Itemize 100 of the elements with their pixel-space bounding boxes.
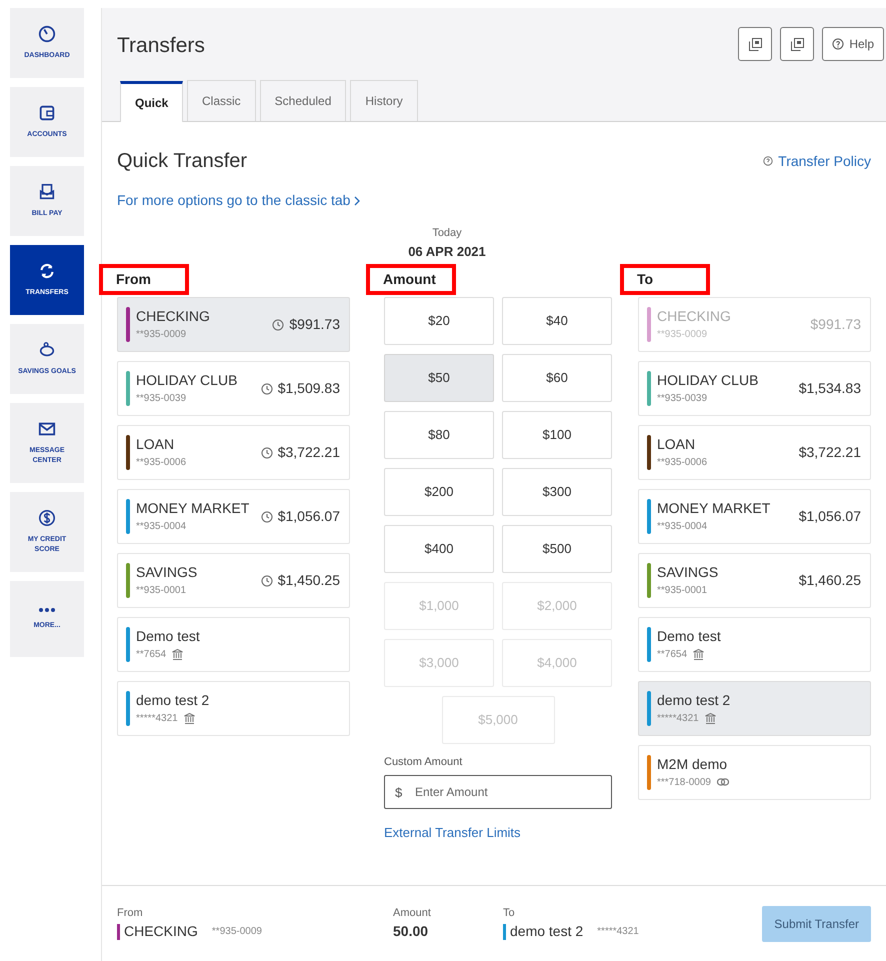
transfer-date: 06 APR 2021	[408, 242, 486, 260]
account-balance: $3,722.21	[798, 443, 861, 462]
account-number: **935-0001	[657, 584, 708, 598]
account-number: **935-0039	[136, 392, 186, 406]
account-number: **935-0039	[657, 392, 708, 406]
amount-option[interactable]: $50	[384, 354, 494, 402]
account-number: **935-0006	[136, 456, 186, 470]
clock-icon	[260, 446, 273, 458]
tab[interactable]: Classic	[187, 80, 256, 121]
account-card[interactable]: MONEY MARKET **935-0004 $1,056.07	[117, 489, 350, 544]
clock-icon	[260, 574, 273, 586]
account-card[interactable]: LOAN **935-0006 $3,722.21	[638, 425, 871, 480]
account-balance: $991.73	[289, 315, 340, 334]
account-name: HOLIDAY CLUB	[136, 372, 238, 388]
account-number: *****4321	[597, 925, 639, 940]
tab[interactable]: Quick	[120, 81, 183, 122]
amount-option[interactable]: $500	[502, 525, 612, 573]
section-title: Quick Transfer	[117, 149, 248, 174]
account-balance: $1,460.25	[798, 571, 861, 590]
account-card[interactable]: demo test 2 *****4321	[638, 681, 871, 736]
account-card[interactable]: HOLIDAY CLUB **935-0039 $1,509.83	[117, 361, 350, 416]
account-number: **935-0006	[657, 456, 708, 470]
amount-option[interactable]: $40	[502, 297, 612, 345]
amount-option[interactable]: $20	[384, 297, 494, 345]
bank-icon	[172, 648, 184, 660]
limits-link[interactable]: External Transfer Limits	[384, 822, 612, 842]
account-name: MONEY MARKET	[136, 500, 250, 516]
tab[interactable]: History	[350, 80, 418, 121]
account-card[interactable]: SAVINGS **935-0001 $1,460.25	[638, 553, 871, 608]
account-name: LOAN	[657, 436, 696, 452]
clock-icon	[272, 318, 284, 330]
amount-option[interactable]: $300	[502, 468, 612, 516]
account-name: SAVINGS	[136, 564, 198, 580]
account-card[interactable]: HOLIDAY CLUB **935-0039 $1,534.83	[638, 361, 871, 416]
account-number: **7654	[136, 648, 166, 662]
account-number: ***718-0009	[657, 776, 711, 790]
amount-option[interactable]: $200	[384, 468, 494, 516]
account-name: demo test 2	[510, 922, 584, 942]
account-card[interactable]: MONEY MARKET **935-0004 $1,056.07	[638, 489, 871, 544]
amount-option[interactable]: $80	[384, 411, 494, 459]
currency-symbol: $	[395, 784, 402, 802]
help-icon	[832, 38, 844, 50]
account-name: Demo test	[136, 628, 201, 644]
account-number: **935-0009	[657, 328, 708, 342]
account-number: *****4321	[657, 712, 699, 726]
account-card[interactable]: CHECKING **935-0009 $991.73	[117, 297, 350, 352]
account-name: Demo test	[657, 628, 722, 644]
document-copy-icon	[748, 38, 762, 50]
account-balance: $1,509.83	[278, 379, 340, 398]
help-icon	[763, 156, 774, 166]
column-heading: To	[620, 264, 710, 295]
account-number: *****4321	[136, 712, 178, 726]
account-balance: $1,450.25	[278, 571, 340, 590]
page-title: Transfers	[117, 33, 205, 59]
account-name: demo test 2	[136, 692, 210, 708]
gauge-icon	[38, 25, 56, 43]
chevron-right-icon	[354, 196, 360, 206]
account-number: **935-0004	[136, 520, 186, 534]
classic-tab-link[interactable]: For more options go to the classic tab	[117, 190, 360, 211]
clock-icon	[260, 382, 273, 394]
account-card[interactable]: demo test 2 *****4321	[117, 681, 350, 736]
clock-icon	[260, 510, 273, 522]
account-balance: $991.73	[810, 315, 861, 334]
field-label: Custom Amount	[384, 755, 464, 770]
account-card[interactable]: Demo test **7654	[117, 617, 350, 672]
bank-icon	[693, 648, 704, 660]
bill-icon	[38, 183, 56, 201]
amount-option[interactable]: $60	[502, 354, 612, 402]
account-name: MONEY MARKET	[657, 500, 772, 516]
account-card[interactable]: LOAN **935-0006 $3,722.21	[117, 425, 350, 480]
account-card[interactable]: M2M demo ***718-0009	[638, 745, 871, 800]
account-name: demo test 2	[657, 692, 732, 708]
link-icon	[716, 778, 729, 786]
account-balance: $1,056.07	[278, 507, 340, 526]
account-name: CHECKING	[124, 922, 198, 942]
amount-option[interactable]: $400	[384, 525, 494, 573]
date-caption: Today	[432, 226, 462, 241]
bank-icon	[184, 712, 195, 724]
tab[interactable]: Scheduled	[260, 80, 346, 121]
help-button[interactable]: Help	[822, 27, 884, 61]
account-card[interactable]: SAVINGS **935-0001 $1,450.25	[117, 553, 350, 608]
account-card[interactable]: Demo test **7654	[638, 617, 871, 672]
account-number: **935-0009	[136, 328, 186, 342]
summary-label: From	[117, 906, 144, 921]
account-name: HOLIDAY CLUB	[657, 372, 760, 388]
amount-option[interactable]: $100	[502, 411, 612, 459]
bank-icon	[704, 712, 716, 724]
wallet-icon	[38, 104, 56, 122]
column-heading: From	[99, 264, 189, 295]
account-number: **7654	[657, 648, 688, 662]
document-copy-icon	[790, 38, 804, 50]
dollar-icon	[38, 509, 56, 527]
account-number: **935-0001	[136, 584, 186, 598]
account-number: **935-0004	[657, 520, 708, 534]
account-balance: $1,534.83	[798, 379, 861, 398]
summary-label: Amount	[393, 906, 432, 921]
account-name: M2M demo	[657, 756, 728, 772]
transfer-policy-link[interactable]: Transfer Policy	[763, 150, 871, 172]
more-icon	[38, 607, 56, 613]
account-name: CHECKING	[136, 308, 211, 324]
